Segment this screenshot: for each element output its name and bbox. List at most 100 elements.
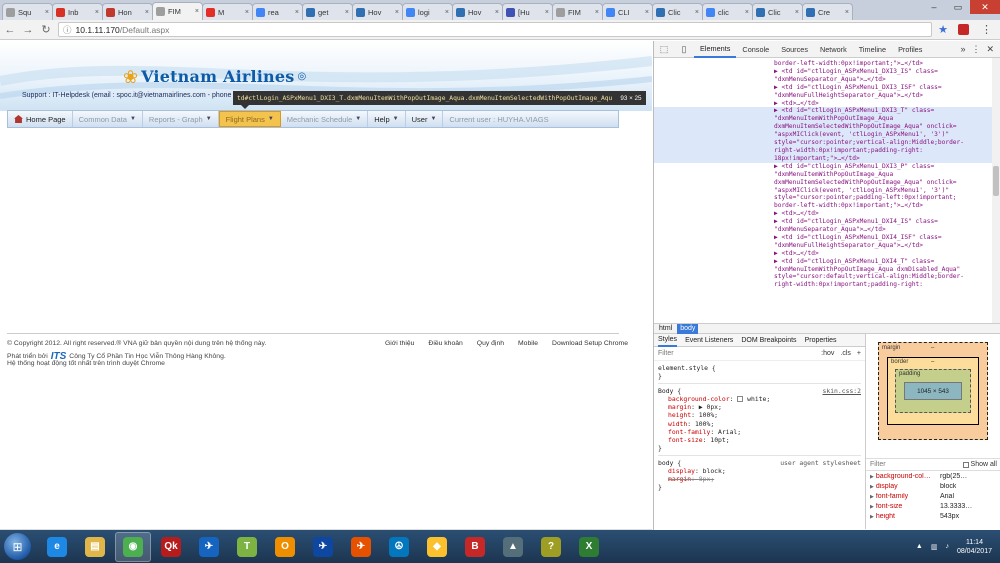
close-tab-icon[interactable]: × (495, 9, 499, 16)
taskbar-app[interactable]: X (571, 532, 607, 562)
browser-tab[interactable]: Hon × (102, 3, 153, 20)
address-bar[interactable]: ⓘ 10.1.11.170/Default.aspx (58, 22, 933, 37)
taskbar-app[interactable]: T (229, 532, 265, 562)
taskbar-app[interactable]: B (457, 532, 493, 562)
footer-link[interactable]: Giới thiệu (385, 340, 414, 347)
menu-item[interactable]: Home Page (8, 111, 73, 127)
dom-node-line[interactable]: "dxmMenuFullHeightSeparator_Aqua">…</td> (654, 242, 1000, 250)
close-tab-icon[interactable]: × (95, 9, 99, 16)
css-property[interactable]: margin: ▶ 0px; (658, 403, 861, 411)
close-tab-icon[interactable]: × (195, 8, 199, 15)
browser-tab[interactable]: FIM × (552, 3, 603, 20)
elements-tree[interactable]: border-left-width:0px!important;">…</td>… (654, 58, 1000, 323)
dom-node-line[interactable]: ▶ <td id="ctlLogin_ASPxMenu1_DXI3_ISF" c… (654, 84, 1000, 92)
taskbar-app[interactable]: O (267, 532, 303, 562)
css-property[interactable]: margin: 8px; (658, 475, 861, 483)
browser-tab[interactable]: Inb × (52, 3, 103, 20)
reload-icon[interactable]: ↻ (40, 23, 52, 36)
footer-link[interactable]: Download Setup Chrome (552, 340, 628, 347)
hov-toggle[interactable]: :hov (821, 350, 834, 357)
dom-node-line[interactable]: ▶ <td>…</td> (654, 250, 1000, 258)
element-style-rule[interactable]: element.style { } (658, 364, 861, 385)
rule-source-link[interactable]: skin.css:2 (823, 387, 861, 395)
show-all-checkbox[interactable] (962, 461, 969, 468)
styles-subtab[interactable]: Styles (658, 334, 678, 347)
device-mode-icon[interactable]: ▯ (674, 44, 694, 55)
volume-icon[interactable]: ♪ (945, 543, 949, 550)
dom-node-line[interactable]: style="cursor:pointer;padding-left:0px!i… (654, 194, 1000, 202)
elements-scrollbar[interactable] (992, 58, 1000, 323)
close-tab-icon[interactable]: × (445, 9, 449, 16)
close-tab-icon[interactable]: × (845, 9, 849, 16)
taskbar-app[interactable]: ▤ (77, 532, 113, 562)
browser-tab[interactable]: logi × (402, 3, 453, 20)
taskbar-app[interactable]: ▲ (495, 532, 531, 562)
forward-icon[interactable]: → (22, 24, 34, 36)
close-tab-icon[interactable]: × (695, 9, 699, 16)
css-rule-skin[interactable]: Body { skin.css:2 background-color: whit… (658, 387, 861, 456)
add-rule-button[interactable]: + (857, 350, 861, 357)
dom-node-line[interactable]: "dxmMenuItemWithPopOutImage_Aqua dxmDisa… (654, 266, 1000, 274)
dom-node-line[interactable]: dxmMenuItemSelectedWithPopOutImage_Aqua"… (654, 123, 1000, 132)
browser-tab[interactable]: Hov × (452, 3, 503, 20)
close-tab-icon[interactable]: × (645, 9, 649, 16)
styles-filter-input[interactable]: Filter (658, 350, 674, 357)
close-tab-icon[interactable]: × (45, 9, 49, 16)
css-property[interactable]: display: block; (658, 467, 861, 475)
taskbar-app[interactable]: Qk (153, 532, 189, 562)
close-devtools-icon[interactable]: ✕ (986, 44, 994, 55)
scrollbar-thumb[interactable] (993, 166, 999, 196)
dom-node-line[interactable]: "aspxMIClick(event, 'ctlLogin_ASPxMenu1'… (654, 187, 1000, 195)
computed-property[interactable]: font-size13.3333… (866, 501, 1000, 511)
browser-tab[interactable]: [Hu × (502, 3, 553, 20)
dom-node-line[interactable]: ▶ <td id="ctlLogin_ASPxMenu1_DXI3_T" cla… (654, 107, 1000, 116)
browser-tab[interactable]: Clic × (752, 3, 803, 20)
taskbar-app[interactable]: ✈ (343, 532, 379, 562)
footer-link[interactable]: Mobile (518, 340, 538, 347)
dom-node-line[interactable]: 18px!important;">…</td> (654, 154, 1000, 163)
taskbar-app[interactable]: ◉ (115, 531, 151, 562)
dom-node-line[interactable]: "aspxMIClick(event, 'ctlLogin_ASPxMenu1'… (654, 131, 1000, 140)
devtools-tab[interactable]: Console (736, 41, 775, 58)
dom-node-line[interactable]: ▶ <td>…</td> (654, 210, 1000, 218)
computed-property[interactable]: background-col…rgb(25… (866, 471, 1000, 481)
devtools-tab[interactable]: Elements (694, 41, 737, 58)
cls-toggle[interactable]: .cls (840, 350, 851, 357)
menu-item[interactable]: User ▼ (406, 111, 444, 127)
devtools-tab[interactable]: Timeline (853, 41, 892, 58)
close-tab-icon[interactable]: × (145, 9, 149, 16)
breadcrumb-item[interactable]: html (656, 324, 675, 334)
css-property[interactable]: height: 100%; (658, 411, 861, 419)
footer-link[interactable]: Điều khoản (428, 340, 462, 347)
devtools-tab[interactable]: Profiles (892, 41, 928, 58)
close-tab-icon[interactable]: × (295, 9, 299, 16)
dom-node-line[interactable]: dxmMenuItemSelectedWithPopOutImage_Aqua"… (654, 179, 1000, 187)
browser-tab[interactable]: Cre × (802, 3, 853, 20)
taskbar-app[interactable]: e (39, 532, 75, 562)
dom-node-line[interactable]: "dxmMenuItemWithPopOutImage_Aqua (654, 115, 1000, 124)
css-property[interactable]: font-family: Arial; (658, 428, 861, 436)
close-tab-icon[interactable]: × (345, 9, 349, 16)
dom-node-line[interactable]: ▶ <td id="ctlLogin_ASPxMenu1_DXI3_P" cla… (654, 163, 1000, 171)
dom-node-line[interactable]: "dxmMenuItemWithPopOutImage_Aqua (654, 171, 1000, 179)
browser-tab[interactable]: CLI × (602, 3, 653, 20)
close-tab-icon[interactable]: × (245, 9, 249, 16)
dom-node-line[interactable]: ▶ <td id="ctlLogin_ASPxMenu1_DXI4_ISF" c… (654, 234, 1000, 242)
dom-node-line[interactable]: "dxmMenuFullHeightSeparator_Aqua">…</td> (654, 92, 1000, 100)
close-tab-icon[interactable]: × (595, 9, 599, 16)
browser-tab[interactable]: Squ × (2, 3, 53, 20)
css-property[interactable]: background-color: white; (658, 395, 861, 403)
taskbar-app[interactable]: ? (533, 532, 569, 562)
browser-tab[interactable]: rea × (252, 3, 303, 20)
extension-icon[interactable] (958, 24, 969, 35)
computed-property[interactable]: height543px (866, 511, 1000, 521)
dom-node-line[interactable]: right-width:0px!important;padding-right: (654, 146, 1000, 155)
color-swatch-icon[interactable] (737, 396, 744, 403)
dom-node-line[interactable]: right-width:0px!important;padding-right: (654, 281, 1000, 289)
computed-filter-input[interactable]: Filter (870, 461, 886, 468)
dom-node-line[interactable]: "dxmMenuSeparator_Aqua">…</td> (654, 76, 1000, 84)
browser-tab[interactable]: FIM × (152, 2, 203, 20)
back-icon[interactable]: ← (4, 24, 16, 36)
browser-tab[interactable]: M × (202, 3, 253, 20)
taskbar-app[interactable]: ☮ (381, 532, 417, 562)
